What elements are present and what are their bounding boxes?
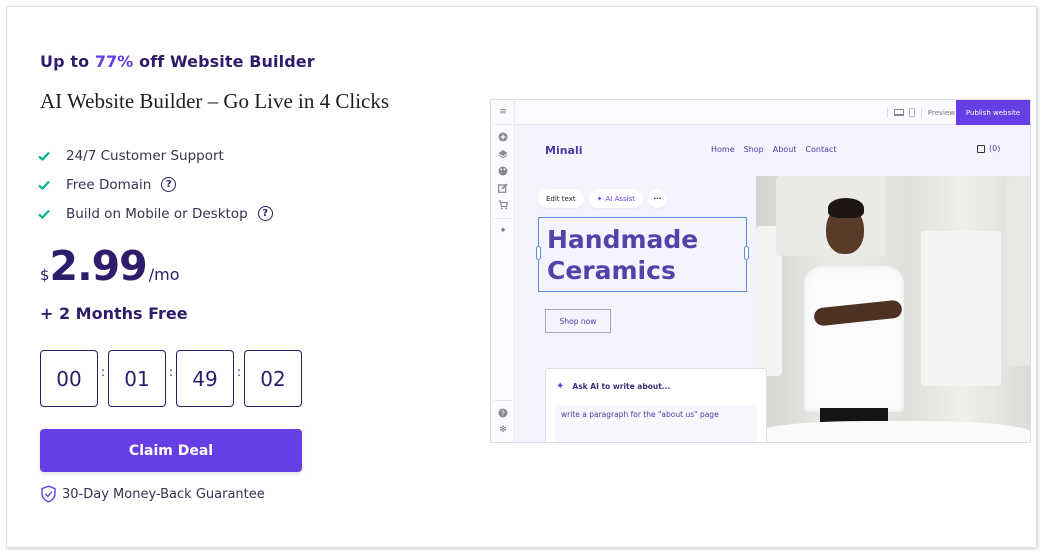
- price-amount: 2.99: [49, 242, 148, 290]
- site-cart[interactable]: (0): [977, 144, 1000, 153]
- ai-panel-header: ✦ Ask AI to write about...: [556, 381, 670, 392]
- check-icon: [38, 178, 52, 192]
- divider: [920, 107, 922, 118]
- help-icon[interactable]: ?: [498, 408, 508, 418]
- work-table: [756, 421, 1030, 442]
- shield-check-icon: [40, 485, 57, 503]
- device-tools: Preview: [881, 100, 955, 125]
- headline-line-2: Ceramics: [547, 256, 676, 285]
- promo-prefix: Up to: [40, 52, 95, 71]
- divider: [494, 218, 512, 219]
- countdown-seconds: 02: [244, 350, 302, 407]
- check-icon: [38, 149, 52, 163]
- guarantee: 30-Day Money-Back Guarantee: [40, 485, 265, 503]
- feature-item: 24/7 Customer Support: [38, 141, 273, 170]
- check-icon: [38, 207, 52, 221]
- ai-panel-title: Ask AI to write about...: [572, 382, 671, 391]
- more-options-button[interactable]: ···: [647, 189, 667, 208]
- feature-list: 24/7 Customer Support Free Domain ? Buil…: [38, 141, 273, 228]
- feature-item: Free Domain ?: [38, 170, 273, 199]
- edit-text-button[interactable]: Edit text: [538, 189, 584, 208]
- shopping-bag-icon: [977, 144, 985, 153]
- ai-assist-button[interactable]: ✦ AI Assist: [588, 189, 643, 208]
- help-icon[interactable]: ?: [161, 177, 177, 192]
- divider: [494, 400, 512, 401]
- plaster-slab: [921, 231, 1001, 386]
- edit-toolbar: Edit text ✦ AI Assist ···: [538, 189, 667, 208]
- feature-label: Build on Mobile or Desktop: [66, 205, 248, 222]
- person-shirt: [804, 266, 904, 412]
- layers-icon[interactable]: [498, 149, 508, 159]
- product-title: AI Website Builder – Go Live in 4 Clicks: [40, 89, 390, 113]
- site-nav-about[interactable]: About: [773, 145, 797, 154]
- builder-sidebar: ≡ ✦ ? ✻: [491, 100, 515, 442]
- site-nav-contact[interactable]: Contact: [805, 145, 836, 154]
- site-brand: Minali: [545, 144, 583, 157]
- site-nav: Home Shop About Contact: [711, 145, 837, 154]
- promo-discount: 77%: [94, 52, 134, 71]
- price-period: /mo: [148, 265, 180, 284]
- plaster-slab: [1006, 176, 1030, 366]
- promo-heading: Up to 77% off Website Builder: [40, 52, 315, 71]
- countdown-separator: :: [168, 364, 174, 379]
- settings-icon[interactable]: ✻: [498, 425, 508, 435]
- divider: [494, 124, 512, 125]
- site-nav-shop[interactable]: Shop: [744, 145, 764, 154]
- price: $ 2.99 /mo: [40, 243, 179, 289]
- resize-handle-right[interactable]: [744, 246, 749, 260]
- desktop-view-icon[interactable]: [893, 109, 904, 116]
- divider: [886, 107, 888, 118]
- ai-writer-panel: ✦ Ask AI to write about... write a parag…: [545, 368, 767, 442]
- selected-headline[interactable]: Handmade Ceramics: [536, 217, 749, 292]
- countdown-timer: 00 : 01 : 49 : 02: [40, 350, 302, 407]
- builder-toolbar: Preview Publish website: [491, 100, 1030, 125]
- hero-photo: [756, 176, 1030, 442]
- countdown-hours: 01: [108, 350, 166, 407]
- publish-website-button[interactable]: Publish website: [956, 100, 1030, 125]
- countdown-days: 00: [40, 350, 98, 407]
- cart-count: (0): [989, 144, 1001, 153]
- mobile-view-icon[interactable]: [908, 108, 915, 117]
- countdown-separator: :: [100, 364, 106, 379]
- help-icon[interactable]: ?: [257, 206, 273, 221]
- feature-label: Free Domain: [66, 176, 152, 193]
- price-currency: $: [40, 266, 50, 284]
- claim-deal-button[interactable]: Claim Deal: [40, 429, 302, 472]
- resize-handle-left[interactable]: [536, 246, 541, 260]
- ai-sparkle-icon: ✦: [556, 381, 565, 392]
- guarantee-label: 30-Day Money-Back Guarantee: [62, 486, 265, 502]
- ai-prompt-input[interactable]: write a paragraph for the "about us" pag…: [555, 405, 757, 442]
- add-icon[interactable]: [498, 132, 508, 142]
- svg-text:?: ?: [501, 410, 505, 418]
- ai-assist-label: AI Assist: [605, 194, 635, 203]
- ai-sparkle-icon[interactable]: ✦: [498, 226, 508, 236]
- site-nav-home[interactable]: Home: [711, 145, 735, 154]
- ai-sparkle-icon: ✦: [596, 194, 603, 203]
- promo-suffix: off Website Builder: [133, 52, 315, 71]
- headline-line-1: Handmade: [547, 225, 699, 254]
- shop-now-button[interactable]: Shop now: [545, 309, 611, 333]
- person-hair: [828, 198, 864, 218]
- feature-item: Build on Mobile or Desktop ?: [38, 199, 273, 228]
- menu-icon[interactable]: ≡: [498, 107, 508, 117]
- edit-icon[interactable]: [498, 183, 508, 193]
- bonus-text: + 2 Months Free: [40, 304, 188, 323]
- preview-button[interactable]: Preview: [928, 109, 955, 117]
- countdown-separator: :: [236, 364, 242, 379]
- countdown-minutes: 49: [176, 350, 234, 407]
- feature-label: 24/7 Customer Support: [66, 147, 224, 164]
- cart-icon[interactable]: [498, 200, 509, 210]
- builder-preview: Preview Publish website ≡ ✦ ? ✻ Minali H…: [490, 99, 1031, 443]
- palette-icon[interactable]: [498, 166, 508, 176]
